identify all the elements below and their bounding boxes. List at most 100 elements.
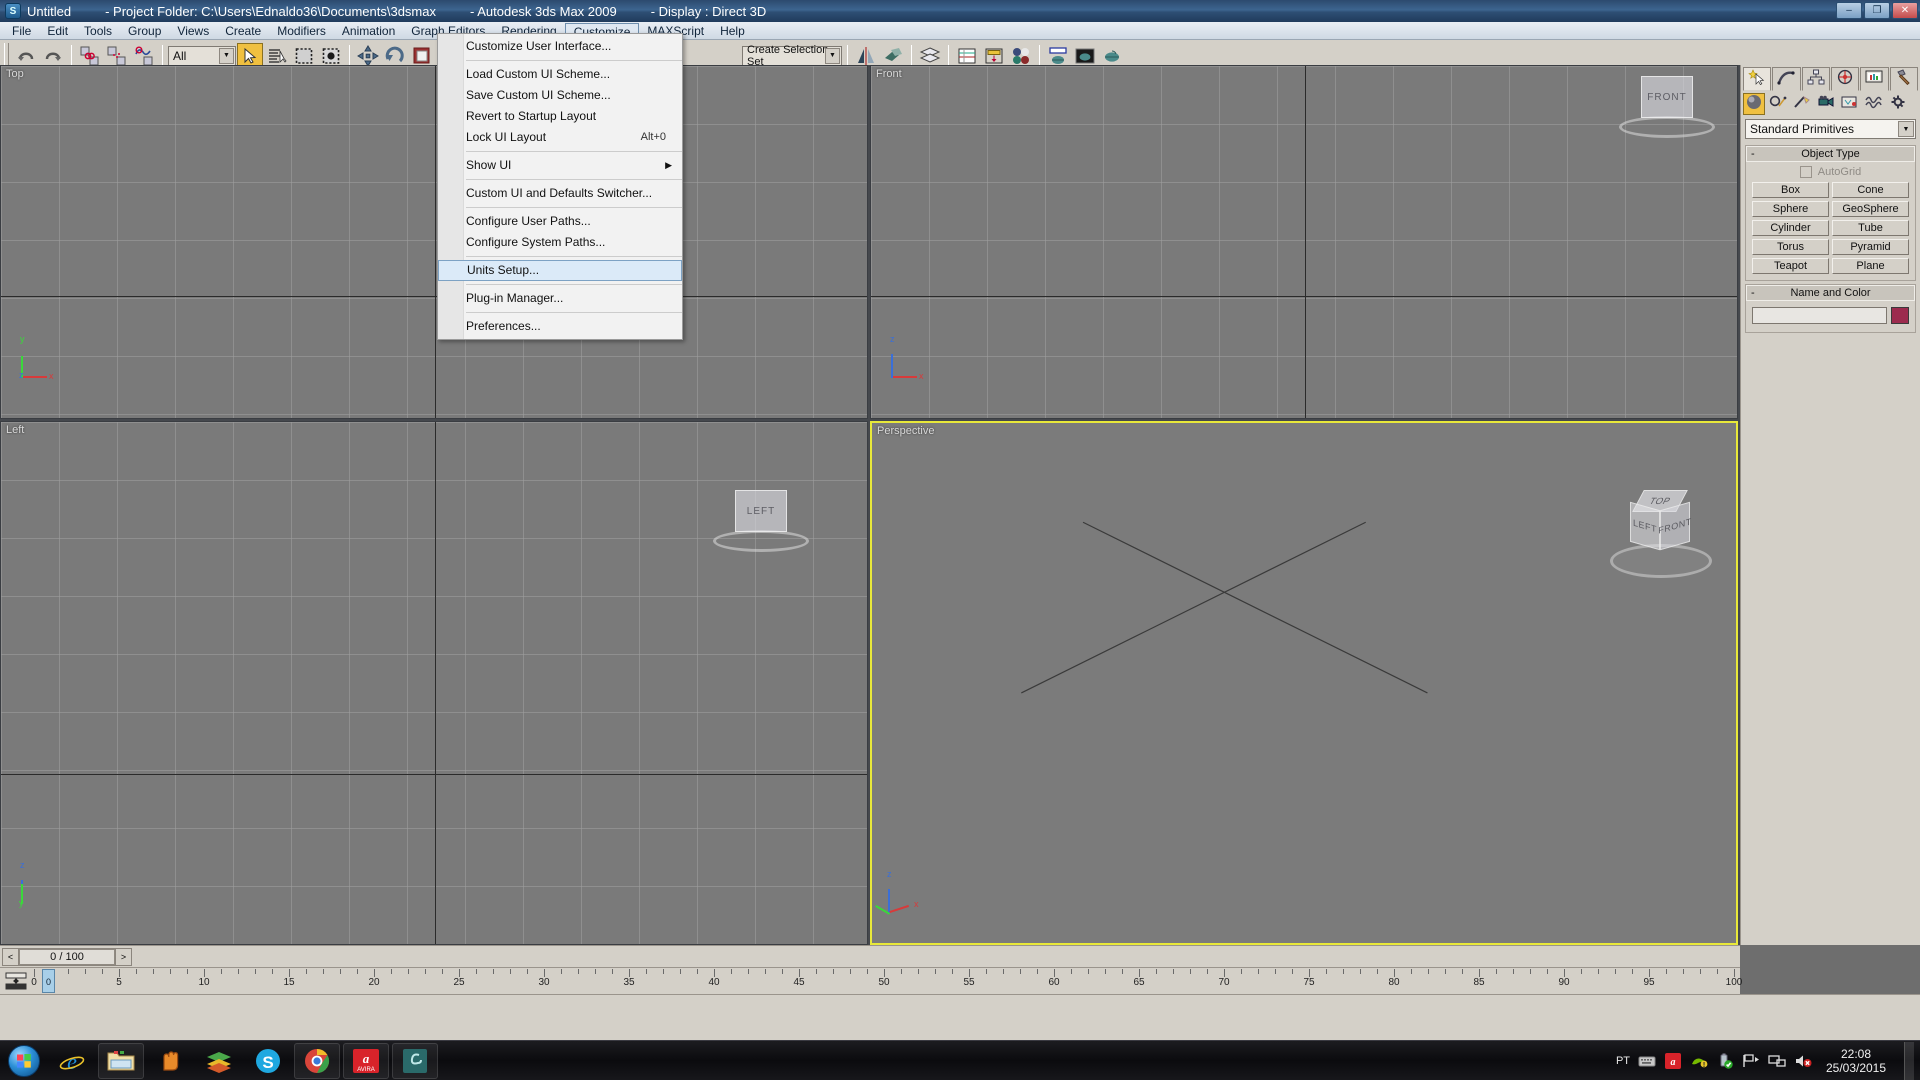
command-panel-tab-utilities[interactable]	[1889, 67, 1918, 91]
viewcube-perspective[interactable]: TOP LEFT FRONT	[1606, 478, 1716, 578]
menu-option-preferences[interactable]: Preferences...	[438, 316, 682, 337]
object-type-button-pyramid[interactable]: Pyramid	[1832, 239, 1909, 255]
taskbar-item-bluestacks[interactable]	[196, 1043, 242, 1079]
viewcube-face-left[interactable]: LEFT	[735, 490, 787, 532]
command-panel-tab-motion[interactable]	[1830, 67, 1860, 91]
command-panel-tab-display[interactable]	[1860, 67, 1889, 91]
command-panel-subtab-lights[interactable]	[1791, 93, 1813, 115]
close-button[interactable]: ✕	[1892, 2, 1918, 19]
taskbar-item-google-chrome[interactable]	[294, 1042, 340, 1079]
flag-action-center-icon[interactable]	[1742, 1052, 1760, 1070]
command-panel-subtab-systems[interactable]	[1887, 93, 1909, 115]
start-button[interactable]	[2, 1043, 46, 1079]
menu-item-file[interactable]: File	[4, 23, 39, 39]
menu-option-load-custom-ui-scheme[interactable]: Load Custom UI Scheme...	[438, 64, 682, 85]
viewcube-left[interactable]: LEFT	[713, 490, 809, 552]
menu-option-show-ui[interactable]: Show UI ▶	[438, 155, 682, 176]
mini-curve-editor-icon[interactable]	[4, 972, 28, 990]
menu-option-customize-user-interface[interactable]: Customize User Interface...	[438, 36, 682, 57]
customize-menu-dropdown[interactable]: Customize User Interface... Load Custom U…	[437, 33, 683, 340]
command-panel-subtab-shapes[interactable]	[1767, 93, 1789, 115]
menu-item-animation[interactable]: Animation	[334, 23, 403, 39]
taskbar-item-hand-app[interactable]	[147, 1043, 193, 1079]
command-panel-subtab-cameras[interactable]	[1815, 93, 1837, 115]
show-desktop-button[interactable]	[1904, 1042, 1914, 1080]
command-panel-subtab-geometry[interactable]	[1743, 93, 1765, 115]
keyboard-icon[interactable]	[1638, 1052, 1656, 1070]
object-type-button-cone[interactable]: Cone	[1832, 182, 1909, 198]
avira-tray-icon[interactable]: a	[1664, 1052, 1682, 1070]
tray-language-indicator[interactable]: PT	[1616, 1055, 1630, 1067]
network-icon[interactable]	[1768, 1052, 1786, 1070]
object-type-button-torus[interactable]: Torus	[1752, 239, 1829, 255]
named-selection-set-combo[interactable]: Create Selection Set ▼	[742, 44, 842, 68]
chevron-down-icon[interactable]: ▼	[1898, 121, 1914, 137]
command-panel-tab-modify[interactable]	[1772, 67, 1801, 91]
menu-option-plug-in-manager[interactable]: Plug-in Manager...	[438, 288, 682, 309]
viewcube-face-left[interactable]: LEFT	[1630, 501, 1660, 551]
menu-option-configure-user-paths[interactable]: Configure User Paths...	[438, 211, 682, 232]
collapse-icon[interactable]: -	[1751, 148, 1755, 160]
taskbar-item-avira[interactable]: a AVIRA	[343, 1042, 389, 1079]
viewport-perspective[interactable]: Perspective TOP LEFT FRONT z x	[870, 421, 1738, 945]
menu-option-lock-ui-layout[interactable]: Lock UI Layout Alt+0	[438, 127, 682, 148]
object-name-input[interactable]	[1752, 307, 1887, 324]
rollout-header-name-and-color[interactable]: - Name and Color	[1746, 285, 1915, 301]
viewport-label-left[interactable]: Left	[6, 424, 24, 436]
viewport-top[interactable]: Top y z x	[0, 65, 868, 419]
time-slider-playhead[interactable]: 0	[42, 969, 55, 993]
object-type-button-plane[interactable]: Plane	[1832, 258, 1909, 274]
taskbar-item-skype[interactable]: S	[245, 1043, 291, 1079]
command-panel-tab-hierarchy[interactable]	[1801, 67, 1830, 91]
menu-item-tools[interactable]: Tools	[76, 23, 120, 39]
menu-option-configure-system-paths[interactable]: Configure System Paths...	[438, 232, 682, 253]
object-type-button-teapot[interactable]: Teapot	[1752, 258, 1829, 274]
viewport-front[interactable]: Front FRONT z x	[870, 65, 1738, 419]
viewcube-front[interactable]: FRONT	[1619, 76, 1715, 138]
autogrid-row[interactable]: AutoGrid	[1752, 166, 1909, 178]
taskbar-item-3dsmax[interactable]	[392, 1042, 438, 1079]
frame-ruler[interactable]: 0 5 10 15 20 25 30 35 40 45 50 55 60 65 70 75 80 85 90 95 10…	[31, 968, 1742, 995]
autogrid-checkbox[interactable]	[1799, 166, 1812, 178]
rollout-header-object-type[interactable]: - Object Type	[1746, 146, 1915, 162]
object-color-swatch[interactable]	[1891, 307, 1909, 324]
object-category-combo[interactable]: Standard Primitives ▼	[1745, 119, 1916, 139]
object-type-button-sphere[interactable]: Sphere	[1752, 201, 1829, 217]
time-slider-field[interactable]: < 0 / 100 >	[2, 947, 132, 966]
object-type-button-cylinder[interactable]: Cylinder	[1752, 220, 1829, 236]
object-type-button-tube[interactable]: Tube	[1832, 220, 1909, 236]
menu-item-group[interactable]: Group	[120, 23, 169, 39]
previous-frame-arrow[interactable]: <	[3, 948, 19, 965]
menu-item-create[interactable]: Create	[217, 23, 269, 39]
menu-option-units-setup[interactable]: Units Setup...	[438, 260, 682, 281]
menu-option-save-custom-ui-scheme[interactable]: Save Custom UI Scheme...	[438, 85, 682, 106]
viewport-label-front[interactable]: Front	[876, 68, 902, 80]
taskbar-item-internet-explorer[interactable]: e	[49, 1043, 95, 1079]
chevron-down-icon[interactable]: ▼	[825, 47, 840, 64]
object-type-button-box[interactable]: Box	[1752, 182, 1829, 198]
menu-item-help[interactable]: Help	[712, 23, 753, 39]
nvidia-icon[interactable]: !	[1690, 1052, 1708, 1070]
selection-filter-combo[interactable]: All ▼	[168, 45, 236, 66]
object-type-button-geosphere[interactable]: GeoSphere	[1832, 201, 1909, 217]
command-panel-subtab-helpers[interactable]	[1839, 93, 1861, 115]
menu-item-edit[interactable]: Edit	[39, 23, 76, 39]
viewcube-face-front[interactable]: FRONT	[1641, 76, 1693, 118]
menu-item-modifiers[interactable]: Modifiers	[269, 23, 334, 39]
menu-item-views[interactable]: Views	[169, 23, 217, 39]
viewcube-face-front[interactable]: FRONT	[1658, 501, 1692, 551]
viewport-label-top[interactable]: Top	[6, 68, 24, 80]
clock[interactable]: 22:08 25/03/2015	[1820, 1047, 1892, 1075]
viewcube-box[interactable]: TOP LEFT FRONT	[1630, 490, 1692, 551]
command-panel-tab-create[interactable]	[1743, 67, 1772, 91]
minimize-button[interactable]: –	[1836, 2, 1862, 19]
collapse-icon[interactable]: -	[1751, 287, 1755, 299]
volume-muted-icon[interactable]	[1794, 1052, 1812, 1070]
menu-option-revert-to-startup-layout[interactable]: Revert to Startup Layout	[438, 106, 682, 127]
viewport-left[interactable]: Left LEFT z y	[0, 421, 868, 945]
chevron-down-icon[interactable]: ▼	[219, 47, 234, 64]
next-frame-arrow[interactable]: >	[115, 948, 131, 965]
viewport-label-perspective[interactable]: Perspective	[877, 425, 934, 437]
usb-safely-remove-icon[interactable]	[1716, 1052, 1734, 1070]
menu-option-custom-ui-and-defaults-switcher[interactable]: Custom UI and Defaults Switcher...	[438, 183, 682, 204]
